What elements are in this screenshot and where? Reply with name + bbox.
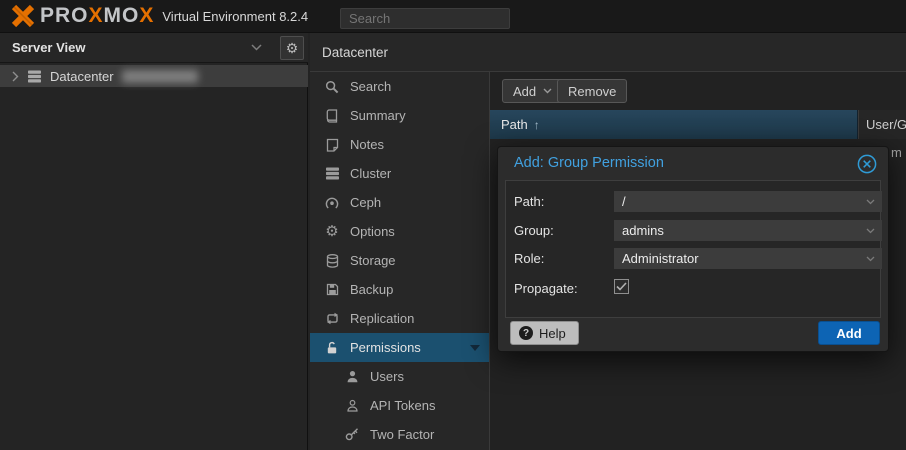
content-toolbar: Add Remove [490,72,906,110]
chevron-down-icon [866,228,875,234]
nav-item-storage[interactable]: Storage [310,246,489,275]
dialog-add-button[interactable]: Add [818,321,880,345]
nav-item-permissions[interactable]: Permissions [310,333,489,362]
chevron-down-icon [543,88,552,94]
sort-ascending-icon: ↑ [534,118,540,132]
server-icon [27,70,42,83]
chevron-down-icon [866,256,875,262]
nav-item-notes[interactable]: Notes [310,130,489,159]
group-combo[interactable]: admins [614,220,882,241]
user-icon [344,370,360,383]
floppy-icon [324,283,340,296]
column-header-user-group[interactable]: User/G [858,110,906,139]
dialog-form: Path: / Group: admins Role: Administrato… [505,180,881,318]
chevron-down-icon [866,199,875,205]
path-field-label: Path: [514,194,544,209]
propagate-field-label: Propagate: [514,281,578,296]
nav-item-backup[interactable]: Backup [310,275,489,304]
nav-item-cluster[interactable]: Cluster [310,159,489,188]
role-combo[interactable]: Administrator [614,248,882,269]
nav-item-api-tokens[interactable]: API Tokens [310,391,489,420]
nav-item-users[interactable]: Users [310,362,489,391]
top-bar: PROXMOX Virtual Environment 8.2.4 [0,0,906,33]
nav-item-search[interactable]: Search [310,72,489,101]
proxmox-logo-icon [10,4,36,28]
note-icon [324,138,340,152]
nav-item-replication[interactable]: Replication [310,304,489,333]
unlock-icon [324,341,340,355]
table-header: Path ↑ User/G [490,110,906,139]
database-icon [324,254,340,268]
role-field-label: Role: [514,251,544,266]
help-button[interactable]: ? Help [510,321,579,345]
version-label: Virtual Environment 8.2.4 [162,9,308,24]
nav-item-ceph[interactable]: Ceph [310,188,489,217]
question-icon: ? [519,326,533,340]
dialog-footer: ? Help Add [498,316,888,351]
proxmox-app: PROXMOX Virtual Environment 8.2.4 Server… [0,0,906,450]
gear-icon: ⚙ [324,225,340,239]
datacenter-nav: Search Summary Notes Cluster Ceph ⚙ Opti… [310,72,490,450]
remove-button[interactable]: Remove [557,79,627,103]
dialog-title: Add: Group Permission [514,155,664,171]
expanded-caret-icon [470,345,480,351]
brand-wordmark: PROXMOX [40,4,154,28]
key-icon [344,428,360,441]
view-selector-label: Server View [12,40,85,55]
ceph-icon [324,196,340,210]
tree-node-datacenter[interactable]: Datacenter [0,65,308,87]
group-field-label: Group: [514,223,554,238]
gear-icon: ⚙ [286,40,299,56]
nav-item-two-factor[interactable]: Two Factor [310,420,489,449]
search-icon [324,80,340,94]
sidebar-gear-button[interactable]: ⚙ [280,36,304,60]
replication-icon [324,312,340,325]
path-combo[interactable]: / [614,191,882,212]
dialog-header[interactable]: Add: Group Permission [498,147,888,180]
redacted-node-name [122,70,198,83]
view-selector[interactable]: Server View ⚙ [0,33,308,63]
add-dropdown-button[interactable]: Add [502,79,563,103]
check-icon [616,282,627,291]
add-group-permission-dialog: Add: Group Permission Path: / Group: adm… [497,146,889,352]
nav-item-options[interactable]: ⚙ Options [310,217,489,246]
nav-item-summary[interactable]: Summary [310,101,489,130]
content-panel-header: Datacenter [310,33,906,72]
column-header-path[interactable]: Path ↑ [490,110,858,139]
user-outline-icon [344,399,360,412]
cluster-icon [324,167,340,180]
chevron-right-icon[interactable] [12,71,19,82]
propagate-checkbox[interactable] [614,279,629,294]
book-icon [324,109,340,123]
tree-node-label: Datacenter [50,69,114,84]
chevron-down-icon [251,44,262,51]
global-search-input[interactable] [340,8,510,29]
resource-sidebar: Server View ⚙ Datacenter [0,33,308,450]
close-icon[interactable] [857,154,877,174]
page-title: Datacenter [322,45,388,60]
table-row-partial-text: m [891,145,902,160]
